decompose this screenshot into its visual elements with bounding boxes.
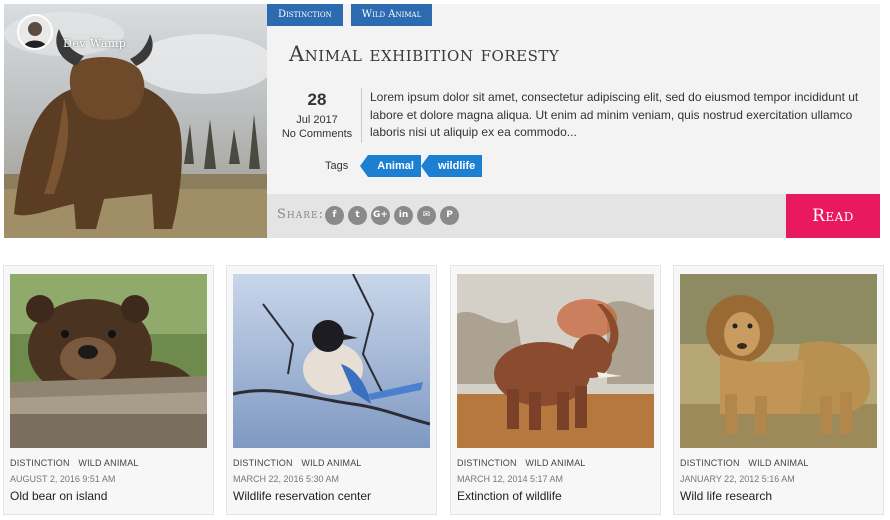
- comments-count-link[interactable]: No Comments: [275, 127, 359, 141]
- avatar-portrait-icon: [19, 16, 51, 48]
- card-image-elephant[interactable]: [457, 274, 654, 448]
- post-date: 28 Jul 2017 No Comments: [275, 90, 359, 141]
- bear-illustration: [10, 274, 207, 448]
- card-date: JANUARY 22, 2012 5:16 AM: [680, 474, 795, 484]
- card-title[interactable]: Wild life research: [680, 489, 772, 503]
- elephant-illustration: [457, 274, 654, 448]
- card-category[interactable]: DISTINCTION: [233, 458, 293, 468]
- tag-wildlife[interactable]: wildlife: [420, 155, 483, 177]
- card-image-bird[interactable]: [233, 274, 430, 448]
- card-image-lion[interactable]: [680, 274, 877, 448]
- share-icons: f t G+ in ✉ P: [325, 206, 459, 225]
- card-category[interactable]: DISTINCTION: [457, 458, 517, 468]
- post-card-grid: DISTINCTION WILD ANIMAL AUGUST 2, 2016 9…: [3, 265, 887, 515]
- featured-body: Distinction Wild Animal Animal exhibitio…: [267, 4, 880, 194]
- card-image-bear[interactable]: [10, 274, 207, 448]
- share-bar: Share: f t G+ in ✉ P Read More: [267, 194, 880, 270]
- twitter-icon[interactable]: t: [348, 206, 367, 225]
- card-categories: DISTINCTION WILD ANIMAL: [680, 458, 809, 468]
- card-date: MARCH 22, 2016 5:30 AM: [233, 474, 340, 484]
- category-tags: Distinction Wild Animal: [267, 4, 433, 26]
- card-category-secondary[interactable]: WILD ANIMAL: [525, 458, 585, 468]
- post-card: DISTINCTION WILD ANIMAL AUGUST 2, 2016 9…: [3, 265, 214, 515]
- bird-illustration: [233, 274, 430, 448]
- author-avatar[interactable]: [17, 14, 53, 50]
- card-title[interactable]: Old bear on island: [10, 489, 107, 503]
- category-tag-distinction[interactable]: Distinction: [267, 4, 343, 26]
- card-category[interactable]: DISTINCTION: [680, 458, 740, 468]
- date-divider: [361, 88, 362, 143]
- google-plus-icon[interactable]: G+: [371, 206, 390, 225]
- card-title[interactable]: Extinction of wildlife: [457, 489, 562, 503]
- card-categories: DISTINCTION WILD ANIMAL: [10, 458, 139, 468]
- post-excerpt: Lorem ipsum dolor sit amet, consectetur …: [370, 90, 859, 139]
- email-icon[interactable]: ✉: [417, 206, 436, 225]
- post-tags: Tags Animal wildlife: [325, 155, 483, 177]
- card-title[interactable]: Wildlife reservation center: [233, 489, 371, 503]
- card-date: AUGUST 2, 2016 9:51 AM: [10, 474, 116, 484]
- card-categories: DISTINCTION WILD ANIMAL: [233, 458, 362, 468]
- featured-post: Dev Wamp Distinction Wild Animal Animal …: [4, 4, 880, 270]
- card-date: MARCH 12, 2014 5:17 AM: [457, 474, 564, 484]
- tags-label: Tags: [325, 160, 349, 172]
- card-category-secondary[interactable]: WILD ANIMAL: [301, 458, 361, 468]
- linkedin-icon[interactable]: in: [394, 206, 413, 225]
- read-more-button[interactable]: Read More: [786, 194, 880, 270]
- share-label: Share:: [277, 207, 324, 222]
- facebook-icon[interactable]: f: [325, 206, 344, 225]
- post-date-month-year: Jul 2017: [296, 114, 338, 126]
- author-name[interactable]: Dev Wamp: [63, 37, 126, 50]
- card-category-secondary[interactable]: WILD ANIMAL: [748, 458, 808, 468]
- post-card: DISTINCTION WILD ANIMAL MARCH 12, 2014 5…: [450, 265, 661, 515]
- card-category-secondary[interactable]: WILD ANIMAL: [78, 458, 138, 468]
- post-card: DISTINCTION WILD ANIMAL JANUARY 22, 2012…: [673, 265, 884, 515]
- post-card: DISTINCTION WILD ANIMAL MARCH 22, 2016 5…: [226, 265, 437, 515]
- card-categories: DISTINCTION WILD ANIMAL: [457, 458, 586, 468]
- category-tag-wild-animal[interactable]: Wild Animal: [350, 4, 433, 26]
- featured-yak-image[interactable]: Dev Wamp: [4, 4, 267, 238]
- post-date-day: 28: [307, 90, 327, 109]
- author-badge[interactable]: Dev Wamp: [17, 14, 126, 50]
- pinterest-icon[interactable]: P: [440, 206, 459, 225]
- post-title[interactable]: Animal exhibition foresty: [289, 42, 559, 66]
- tag-animal[interactable]: Animal: [360, 155, 421, 177]
- lion-illustration: [680, 274, 877, 448]
- card-category[interactable]: DISTINCTION: [10, 458, 70, 468]
